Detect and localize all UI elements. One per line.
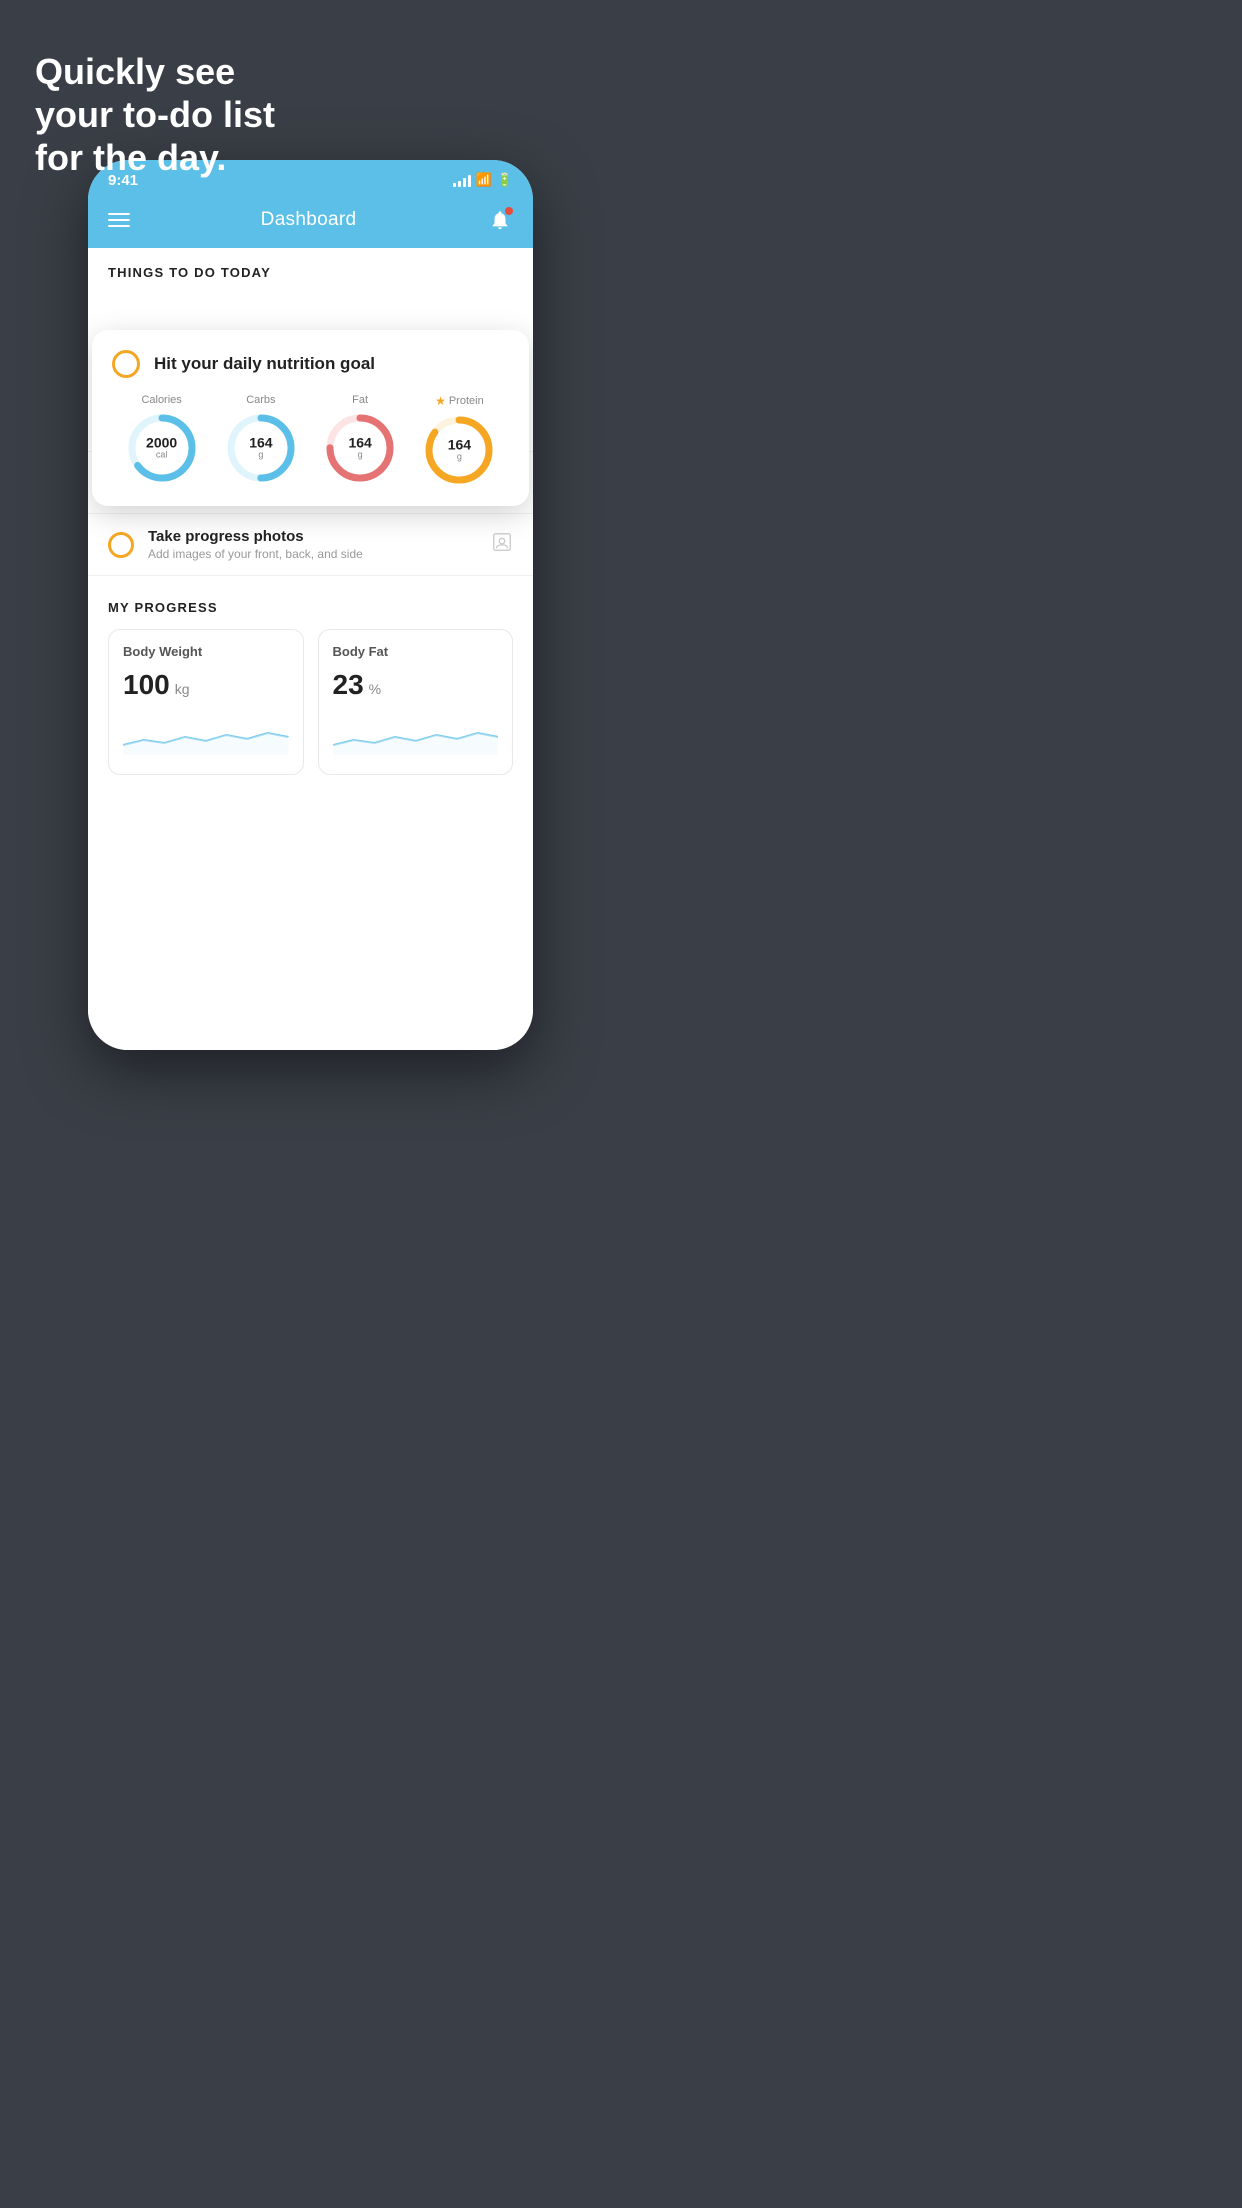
menu-button[interactable] xyxy=(108,213,130,227)
content-area: THINGS TO DO TODAY Hit your daily nutrit… xyxy=(88,248,533,1050)
nutrition-item-protein: ★Protein 164 g xyxy=(423,394,495,486)
signal-icon xyxy=(453,173,471,187)
nav-title: Dashboard xyxy=(261,209,357,231)
progress-section: MY PROGRESS Body Weight 100 kg Body Fat … xyxy=(88,576,533,775)
nutrition-label: Fat xyxy=(352,394,368,406)
progress-card-title: Body Weight xyxy=(123,644,289,659)
nutrition-grid: Calories 2000 cal Carbs 164 g Fat 164 g … xyxy=(112,394,509,486)
nutrition-item-fat: Fat 164 g xyxy=(324,394,396,484)
donut-chart: 164 g xyxy=(324,412,396,484)
todo-action-icon xyxy=(491,531,513,558)
progress-cards: Body Weight 100 kg Body Fat 23 % xyxy=(108,629,513,775)
todo-text: Take progress photos Add images of your f… xyxy=(148,528,477,561)
wave-chart xyxy=(333,715,499,755)
wave-chart xyxy=(123,715,289,755)
donut-unit: g xyxy=(249,451,272,461)
donut-chart: 164 g xyxy=(423,414,495,486)
notification-dot xyxy=(505,207,513,215)
donut-unit: g xyxy=(448,453,471,463)
donut-chart: 2000 cal xyxy=(126,412,198,484)
card-header: Hit your daily nutrition goal xyxy=(112,350,509,378)
nutrition-label: Carbs xyxy=(246,394,275,406)
donut-chart: 164 g xyxy=(225,412,297,484)
status-icons: 📶 🔋 xyxy=(453,172,513,188)
todo-checkbox[interactable] xyxy=(108,532,134,558)
todo-circle-nutrition[interactable] xyxy=(112,350,140,378)
todo-subtitle: Add images of your front, back, and side xyxy=(148,547,477,561)
progress-unit: % xyxy=(369,681,381,697)
wifi-icon: 📶 xyxy=(476,172,492,188)
nutrition-card: Hit your daily nutrition goal Calories 2… xyxy=(92,330,529,506)
nutrition-item-calories: Calories 2000 cal xyxy=(126,394,198,484)
progress-title: MY PROGRESS xyxy=(108,600,513,615)
phone-mockup: 9:41 📶 🔋 Dashboard xyxy=(88,160,533,1050)
progress-value-row: 23 % xyxy=(333,669,499,701)
donut-value: 164 xyxy=(448,437,471,452)
battery-icon: 🔋 xyxy=(497,172,513,188)
todo-title: Take progress photos xyxy=(148,528,477,545)
card-title: Hit your daily nutrition goal xyxy=(154,354,375,374)
donut-unit: cal xyxy=(146,451,177,461)
star-icon: ★ xyxy=(435,394,446,408)
progress-card-body-weight[interactable]: Body Weight 100 kg xyxy=(108,629,304,775)
donut-value: 164 xyxy=(348,435,371,450)
donut-value: 164 xyxy=(249,435,272,450)
donut-center: 164 g xyxy=(348,435,371,460)
hero-line3: for the day. xyxy=(35,136,275,179)
nutrition-label: ★Protein xyxy=(435,394,484,408)
nutrition-label: Calories xyxy=(141,394,181,406)
section-header: THINGS TO DO TODAY xyxy=(88,248,533,290)
progress-card-title: Body Fat xyxy=(333,644,499,659)
notification-button[interactable] xyxy=(487,207,513,233)
progress-value-row: 100 kg xyxy=(123,669,289,701)
donut-center: 164 g xyxy=(249,435,272,460)
donut-value: 2000 xyxy=(146,435,177,450)
donut-center: 2000 cal xyxy=(146,435,177,460)
progress-value: 23 xyxy=(333,669,364,701)
donut-unit: g xyxy=(348,451,371,461)
section-title: THINGS TO DO TODAY xyxy=(108,265,271,280)
hero-text: Quickly see your to-do list for the day. xyxy=(35,50,275,180)
nav-bar: Dashboard xyxy=(88,196,533,248)
progress-value: 100 xyxy=(123,669,170,701)
donut-center: 164 g xyxy=(448,437,471,462)
nutrition-item-carbs: Carbs 164 g xyxy=(225,394,297,484)
todo-item-photos[interactable]: Take progress photos Add images of your f… xyxy=(88,514,533,576)
progress-unit: kg xyxy=(175,681,190,697)
hero-line1: Quickly see xyxy=(35,50,275,93)
hero-line2: your to-do list xyxy=(35,93,275,136)
progress-card-body-fat[interactable]: Body Fat 23 % xyxy=(318,629,514,775)
